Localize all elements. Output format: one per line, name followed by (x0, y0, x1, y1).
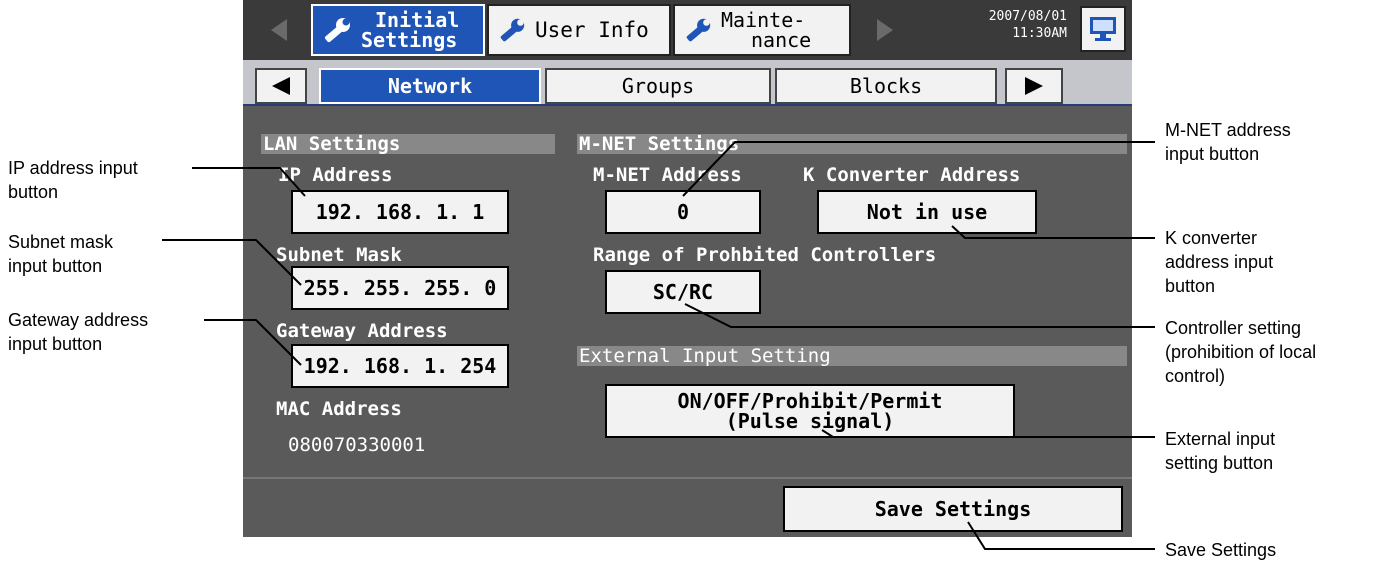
leader-line-ip (192, 167, 306, 197)
leader-line-external (821, 429, 1155, 438)
leader-line-kconv (951, 225, 1155, 239)
leader-line-subnet (162, 239, 302, 286)
annotation-leader-lines (162, 141, 1155, 550)
leader-line-save (967, 521, 1155, 550)
leader-line-gateway (204, 319, 302, 366)
leader-line-mnet (682, 141, 1155, 197)
leader-line-controller (684, 303, 1155, 328)
